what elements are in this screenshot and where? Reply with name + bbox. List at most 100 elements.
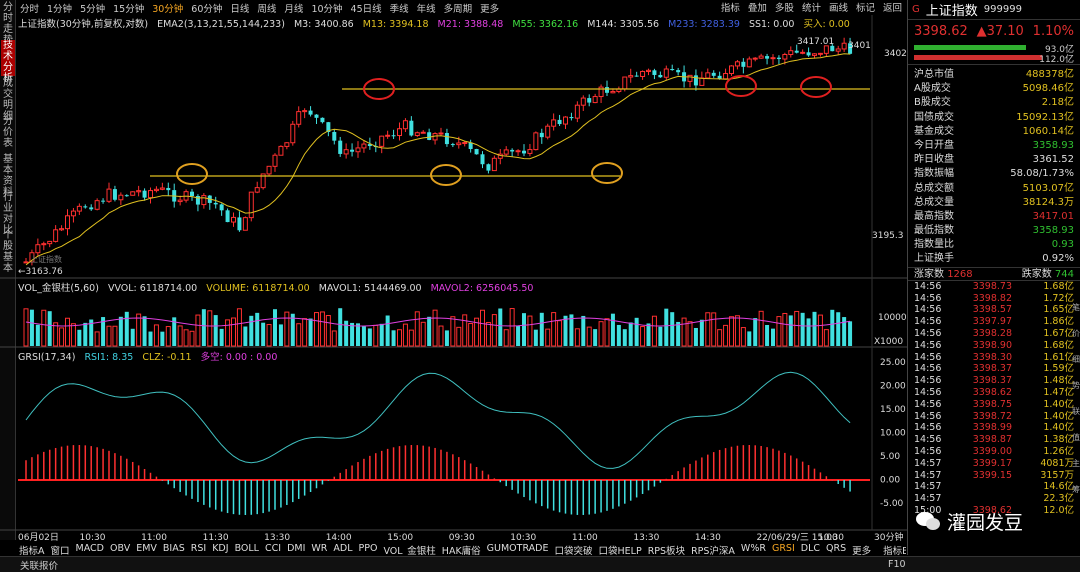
volume-bar xyxy=(723,324,729,347)
indicator-tab[interactable]: KDJ xyxy=(209,543,231,555)
candle-body xyxy=(219,204,224,211)
indicator-tab[interactable]: WR xyxy=(308,543,330,555)
tick-time: 14:57 xyxy=(914,469,942,481)
candle-body xyxy=(248,191,254,219)
volume-bar xyxy=(385,315,390,346)
stat-label: 沪总市值 xyxy=(914,69,954,80)
grsi-axis-label: 25.00 xyxy=(880,358,906,368)
time-axis-label: 13:30 xyxy=(264,533,290,543)
tick-volume: 1.47亿 xyxy=(1043,386,1074,398)
volume-bar xyxy=(485,321,491,347)
volume-bar xyxy=(711,312,717,347)
volume-bar xyxy=(604,318,610,347)
indicator-tab[interactable]: BOLL xyxy=(232,543,262,555)
side-tab[interactable]: 细 xyxy=(1072,347,1080,373)
indicator-tab[interactable]: 指标A xyxy=(16,543,48,555)
candle-body xyxy=(361,143,367,149)
indicator-tab[interactable]: ADL xyxy=(330,543,355,555)
price-change: ▲37.10 xyxy=(976,23,1024,39)
candle-body xyxy=(533,132,539,151)
indicator-tab[interactable]: RSI xyxy=(188,543,209,555)
indicator-tab[interactable]: EMV xyxy=(133,543,160,555)
indicator-tab[interactable]: QRS xyxy=(823,543,849,555)
indicator-tab[interactable]: 窗口 xyxy=(48,543,73,555)
volume-bar xyxy=(740,327,746,347)
candle-body xyxy=(741,61,746,67)
volume-bar xyxy=(734,315,740,347)
time-axis-label: 11:30 xyxy=(203,533,229,543)
indicator-tab[interactable]: W%R xyxy=(738,543,769,555)
indicator-tab[interactable]: OBV xyxy=(107,543,133,555)
volume-bar xyxy=(836,312,841,346)
f10-button[interactable]: F10 xyxy=(888,559,906,570)
side-tab[interactable]: 价 xyxy=(1072,321,1080,347)
candle-body xyxy=(420,131,426,134)
indicator-tab[interactable]: DLC xyxy=(798,543,823,555)
side-tab[interactable]: 主 xyxy=(1072,451,1080,477)
stat-label: 总成交额 xyxy=(914,182,954,194)
time-axis-label: 15:00 xyxy=(387,533,413,543)
indicator-tab[interactable]: RPS沪深A xyxy=(688,543,738,555)
volume-bar xyxy=(356,323,360,346)
grsi-axis-label: 0.00 xyxy=(880,476,900,486)
indicator-tab[interactable]: 口袋HELP xyxy=(596,543,645,555)
indicator-tab[interactable]: BIAS xyxy=(160,543,188,555)
side-tab[interactable]: 联 xyxy=(1072,399,1080,425)
candle-body xyxy=(190,191,194,197)
indicator-tab[interactable]: PPO xyxy=(356,543,381,555)
time-axis-label: 09:30 xyxy=(449,533,475,543)
side-tab[interactable]: 值 xyxy=(1072,425,1080,451)
tick-time: 14:56 xyxy=(914,398,942,410)
highlight-ellipse xyxy=(591,162,623,184)
indicator-tab[interactable]: GRSI xyxy=(769,543,798,555)
quote-header: G 上证指数 999999 xyxy=(908,0,1080,20)
up-count: 1268 xyxy=(947,268,973,280)
candle-body xyxy=(800,51,806,54)
volume-bar xyxy=(261,322,266,346)
candle-body xyxy=(794,50,799,53)
volume-bar xyxy=(408,329,414,347)
candle-body xyxy=(658,74,663,78)
candlestick-chart[interactable]: 3417.01 3401 3402 3195.3 ←3163.76 上证指数 10000 X1… xyxy=(0,0,907,545)
tick-price: 3398.87 xyxy=(972,434,1012,446)
side-tab[interactable]: 笔 xyxy=(1072,295,1080,321)
candle-body xyxy=(462,142,468,145)
indicator-tab[interactable]: DMI xyxy=(284,543,308,555)
indicator-tab[interactable]: 更多 xyxy=(849,543,874,555)
volume-bar xyxy=(670,312,675,346)
indicator-tab[interactable]: VOL_金银柱 xyxy=(380,543,438,555)
indicator-tab[interactable]: CCI xyxy=(262,543,284,555)
volume-bar xyxy=(142,316,147,346)
volume-bar xyxy=(29,309,34,346)
side-tab[interactable]: 势 xyxy=(1072,373,1080,399)
indicator-tab[interactable]: HAK庸俗 xyxy=(439,543,484,555)
up-label: 涨家数 xyxy=(914,268,944,280)
volume-bar xyxy=(278,324,283,346)
stat-label: B股成交 xyxy=(914,97,951,109)
volume-bar xyxy=(705,312,711,347)
highlight-ellipse xyxy=(725,75,757,97)
indicator-tab[interactable]: GUMOTRADE xyxy=(484,543,552,555)
volume-bar xyxy=(255,312,260,346)
volume-bar xyxy=(456,326,462,347)
volume-bar xyxy=(373,324,379,347)
volume-bar xyxy=(249,315,254,346)
candle-body xyxy=(302,110,308,113)
status-text[interactable]: 关联报价 xyxy=(20,558,58,572)
volume-bar xyxy=(106,325,112,347)
candle-body xyxy=(752,57,758,60)
quote-price-row: 3398.62 ▲37.10 1.10% xyxy=(908,20,1080,42)
volume-bar xyxy=(794,310,800,347)
indicator-tab[interactable]: MACD xyxy=(73,543,107,555)
side-tab[interactable]: 筹 xyxy=(1072,477,1080,503)
candle-body xyxy=(23,261,29,264)
volume-bar xyxy=(788,315,793,346)
indicator-tab[interactable]: RPS板块 xyxy=(645,543,688,555)
volume-bar xyxy=(124,311,129,346)
tick-row: 14:56 3398.82 1.72亿 xyxy=(908,293,1080,305)
indicator-right-tab[interactable]: 指标B xyxy=(880,543,906,555)
volume-bar xyxy=(491,314,497,347)
indicator-tab[interactable]: 口袋突破 xyxy=(552,543,596,555)
down-count: 744 xyxy=(1054,268,1074,280)
volume-bar xyxy=(308,318,313,346)
